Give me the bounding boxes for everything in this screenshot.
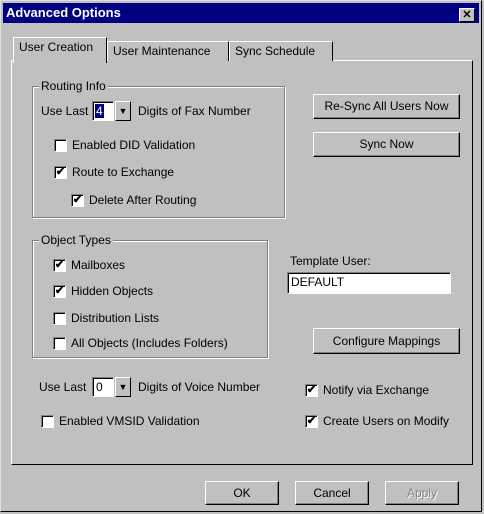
enabled-vmsid-label: Enabled VMSID Validation (59, 414, 200, 428)
fax-use-last-label: Use Last (41, 104, 89, 118)
advanced-options-dialog: Advanced Options ✕ User Creation User Ma… (0, 0, 482, 512)
hidden-objects-label: Hidden Objects (71, 284, 154, 298)
chevron-down-icon[interactable]: ▼ (115, 377, 131, 397)
voice-digits-field[interactable]: 0 (92, 377, 114, 397)
tab-sync-schedule[interactable]: Sync Schedule (229, 41, 333, 61)
ok-button[interactable]: OK (205, 481, 279, 505)
template-user-input[interactable]: DEFAULT (287, 272, 451, 294)
fax-digits-select[interactable]: 4 (92, 101, 114, 121)
tab-user-creation[interactable]: User Creation (13, 37, 107, 63)
object-types-label: Object Types (39, 233, 113, 247)
notify-via-exchange-checkbox[interactable]: ✔ (305, 384, 318, 397)
route-to-exchange-checkbox[interactable]: ✔ (54, 166, 67, 179)
mailboxes-label: Mailboxes (71, 258, 126, 272)
cancel-button[interactable]: Cancel (295, 481, 369, 505)
enabled-did-checkbox[interactable] (54, 139, 67, 152)
configure-mappings-button[interactable]: Configure Mappings (313, 328, 460, 354)
all-objects-label: All Objects (Includes Folders) (71, 336, 228, 350)
delete-after-routing-checkbox[interactable]: ✔ (71, 194, 84, 207)
mailboxes-checkbox[interactable]: ✔ (53, 259, 66, 272)
fax-digits-suffix: Digits of Fax Number (138, 104, 251, 118)
close-icon[interactable]: ✕ (459, 8, 475, 22)
hidden-objects-checkbox[interactable]: ✔ (53, 285, 66, 298)
distribution-lists-label: Distribution Lists (71, 311, 160, 325)
template-user-label: Template User: (290, 254, 371, 268)
routing-info-label: Routing Info (39, 79, 108, 93)
sync-now-button[interactable]: Sync Now (313, 132, 460, 157)
create-users-on-modify-checkbox[interactable]: ✔ (305, 415, 318, 428)
voice-digits-suffix: Digits of Voice Number (138, 380, 261, 394)
enabled-did-label: Enabled DID Validation (72, 138, 196, 152)
tab-user-maintenance[interactable]: User Maintenance (107, 41, 229, 61)
title-bar: Advanced Options ✕ (3, 3, 479, 23)
enabled-vmsid-checkbox[interactable] (41, 415, 54, 428)
delete-after-routing-label: Delete After Routing (89, 193, 197, 207)
voice-use-last-label: Use Last (39, 380, 87, 394)
notify-via-exchange-label: Notify via Exchange (323, 383, 430, 397)
resync-all-users-button[interactable]: Re-Sync All Users Now (313, 94, 460, 119)
apply-button[interactable]: Apply (385, 481, 459, 505)
route-to-exchange-label: Route to Exchange (72, 165, 175, 179)
create-users-on-modify-label: Create Users on Modify (323, 414, 450, 428)
window-title: Advanced Options (6, 5, 121, 20)
all-objects-checkbox[interactable] (53, 337, 66, 350)
distribution-lists-checkbox[interactable] (53, 312, 66, 325)
chevron-down-icon[interactable]: ▼ (115, 101, 131, 121)
fax-digits-value: 4 (95, 104, 104, 118)
